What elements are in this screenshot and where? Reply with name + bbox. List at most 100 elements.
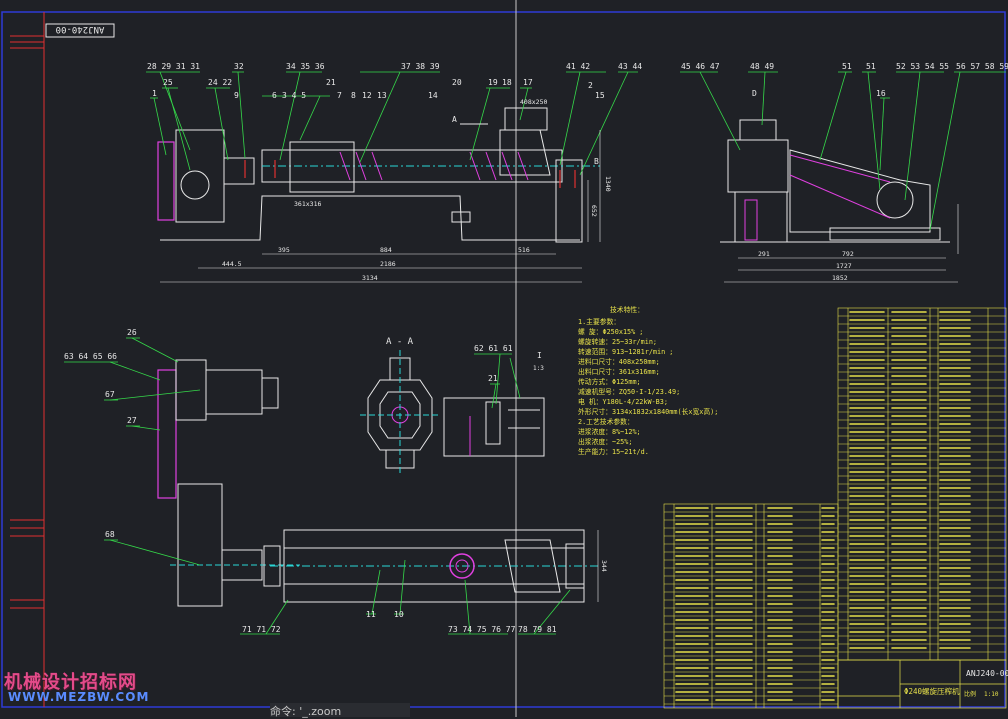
dim-344: 344 — [600, 560, 608, 572]
dim-291: 291 — [758, 250, 770, 258]
balloon-20: 20 — [452, 78, 462, 87]
section-aa — [360, 350, 440, 475]
balloon-18: 18 — [502, 78, 512, 87]
dim-792: 792 — [842, 250, 854, 258]
note-line-10: 2.工艺技术参数： — [578, 417, 634, 426]
balloon-8: 8 — [351, 91, 356, 100]
balloon-labels-side: 45 46 47 48 49 51 51 52 53 54 55 56 57 5… — [681, 62, 1008, 98]
main-elevation — [157, 107, 600, 243]
code-tag-text: ANJ240-00 — [56, 24, 105, 34]
balloon-73-77: 73 74 75 76 77 — [448, 625, 516, 634]
tech-notes: 技术特性： 1.主要参数： 螺 旋：Φ250x15% ; 螺旋转速：25~33r… — [578, 305, 718, 456]
balloon-67: 67 — [105, 390, 115, 399]
balloon-56-59: 56 57 58 59 — [956, 62, 1008, 71]
dim-1852: 1852 — [832, 274, 848, 282]
note-line-9: 外形尺寸：3134x1832x1840mm(长x宽x高); — [578, 407, 718, 416]
balloon-28-31: 28 29 31 31 — [147, 62, 200, 71]
title-scale: 1:10 — [984, 691, 999, 698]
dim-361x316: 361x316 — [294, 200, 321, 208]
watermark-logo: 机械设计招标网 WWW.MEZBW.COM — [4, 668, 154, 708]
section-aa-label: A - A — [386, 337, 414, 347]
title-name: Φ240螺旋压榨机 — [904, 686, 960, 696]
balloon-71-72: 71 71 72 — [242, 625, 281, 634]
balloon-48-49: 48 49 — [750, 62, 774, 71]
balloon-24-22: 24 22 — [208, 78, 232, 87]
balloon-21-detail: 21 — [488, 374, 498, 383]
balloon-13: 13 — [377, 91, 387, 100]
dim-1727: 1727 — [836, 262, 852, 270]
note-line-7: 减速机型号：ZQ50-I-1/23.49; — [578, 387, 680, 396]
note-line-6: 传动方式：Φ125mm; — [578, 377, 641, 386]
note-line-5: 出料口尺寸：361x316mm; — [578, 367, 660, 376]
leaders-side — [680, 71, 1006, 231]
balloon-labels-plan: 26 63 64 65 66 67 27 68 11 10 71 71 72 7… — [64, 328, 608, 634]
detail-scale: 1:3 — [533, 365, 544, 372]
dim-3134: 3134 — [362, 274, 378, 282]
plan-drive — [157, 359, 300, 607]
balloon-21: 21 — [326, 78, 336, 87]
balloon-63-66: 63 64 65 66 — [64, 352, 117, 361]
balloon-43-44: 43 44 — [618, 62, 642, 71]
balloon-25: 25 — [163, 78, 173, 87]
dim-408x250: 408x250 — [520, 98, 547, 106]
balloon-51a: 51 — [842, 62, 852, 71]
balloon-62-61: 62 61 61 — [474, 344, 513, 353]
command-line[interactable]: 命令: '_.zoom — [270, 703, 410, 718]
cad-canvas[interactable]: ANJ240-00 28 29 31 31 25 24 22 32 34 35 … — [0, 0, 1008, 717]
parts-list-lower — [663, 503, 839, 709]
note-line-4: 进料口尺寸：408x250mm; — [578, 357, 660, 366]
title-scale-label: 比例 — [964, 690, 976, 698]
balloon-68: 68 — [105, 530, 115, 539]
plan-screw — [263, 529, 600, 603]
balloon-51b: 51 — [866, 62, 876, 71]
balloon-37-39: 37 38 39 — [401, 62, 440, 71]
side-view — [720, 119, 950, 243]
view-arrow-a: A — [452, 115, 457, 124]
note-line-12: 出浆浓度：~25%; — [578, 437, 632, 446]
title-drawing-no: ANJ240-00 — [966, 669, 1008, 678]
balloon-41-42: 41 42 — [566, 62, 590, 71]
balloon-78-81: 78 79 81 — [518, 625, 557, 634]
note-line-3: 转速范围：913~1281r/min ; — [578, 347, 673, 356]
note-line-13: 生产能力：15~21t/d. — [578, 447, 649, 456]
dim-444: 444.5 — [222, 260, 242, 268]
balloon-16: 16 — [876, 89, 886, 98]
detail-view — [443, 397, 545, 457]
balloon-6: 6 — [272, 91, 277, 100]
dim-516: 516 — [518, 246, 530, 254]
dim-1340: 1340 — [604, 176, 612, 192]
balloon-9: 9 — [234, 91, 239, 100]
balloon-32: 32 — [234, 62, 244, 71]
note-line-8: 电 机：Y180L-4/22kW-B3; — [578, 397, 668, 406]
balloon-10: 10 — [394, 610, 404, 619]
balloon-15: 15 — [595, 91, 605, 100]
balloon-7: 7 — [337, 91, 342, 100]
balloon-11: 11 — [366, 610, 376, 619]
note-line-2: 螺旋转速：25~33r/min; — [578, 337, 657, 346]
note-line-11: 进浆浓度：8%~12%; — [578, 427, 641, 436]
view-label-d: D — [752, 89, 757, 98]
balloon-3-5: 3 4 5 — [282, 91, 306, 100]
dim-2186: 2186 — [380, 260, 396, 268]
dimension-text-main: 444.5 395 884 2186 516 3134 361x316 408x… — [222, 98, 612, 282]
detail-marker: I — [537, 351, 542, 360]
dimension-lines-side — [724, 204, 959, 283]
title-block — [837, 659, 1007, 709]
dim-395: 395 — [278, 246, 290, 254]
balloon-26: 26 — [127, 328, 137, 337]
balloon-34-36: 34 35 36 — [286, 62, 325, 71]
balloon-labels-detail: 62 61 61 21 I 1:3 — [474, 344, 544, 383]
dim-884: 884 — [380, 246, 392, 254]
watermark-url: WWW.MEZBW.COM — [8, 690, 150, 704]
balloon-45-47: 45 46 47 — [681, 62, 720, 71]
note-line-0: 1.主要参数： — [578, 317, 620, 326]
dim-652: 652 — [590, 205, 598, 217]
balloon-17: 17 — [523, 78, 533, 87]
balloon-12: 12 — [362, 91, 372, 100]
notes-title: 技术特性： — [610, 305, 644, 314]
balloon-52-55: 52 53 54 55 — [896, 62, 949, 71]
margin-ruler — [10, 35, 44, 609]
balloon-27: 27 — [127, 416, 137, 425]
view-arrow-b: B — [594, 157, 599, 166]
dimension-text-side: 291 792 1727 1852 — [758, 250, 854, 282]
